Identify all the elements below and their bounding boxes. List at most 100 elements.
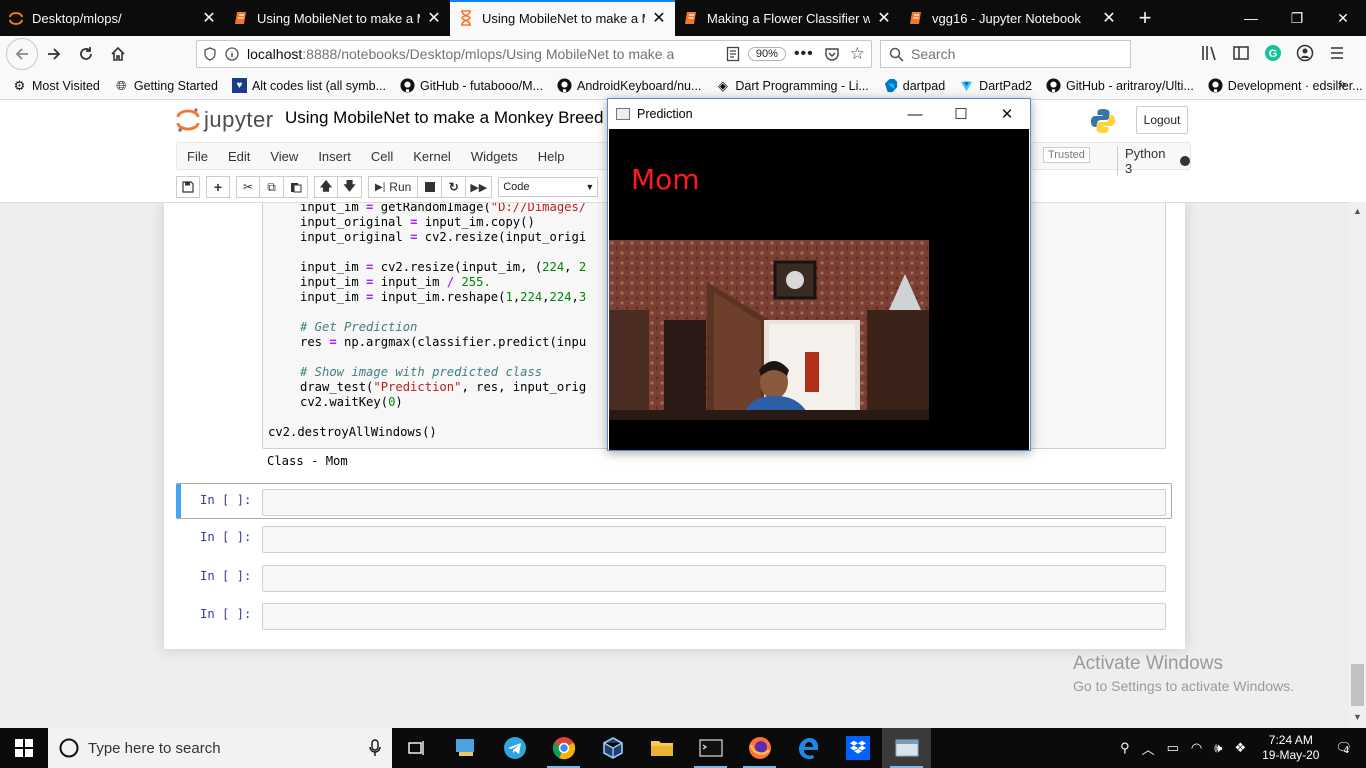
people-icon[interactable]: ⚲ [1114,740,1136,756]
tab-desktop-mlops[interactable]: Desktop/mlops/ ✕ [0,0,225,36]
taskbar-app-terminal[interactable] [686,728,735,768]
bookmark-most-visited[interactable]: ⚙ Most Visited [12,78,100,93]
scroll-up-icon[interactable]: ▲ [1349,206,1366,216]
restore-button[interactable]: ❐ [1274,0,1320,36]
back-button[interactable] [6,38,38,70]
tab-mobilenet-active[interactable]: Using MobileNet to make a Mo ✕ [450,0,675,36]
bookmark-star-icon[interactable]: ☆ [850,44,865,64]
taskbar-app-computer[interactable] [441,728,490,768]
home-button[interactable] [102,38,134,70]
maximize-button[interactable]: ☐ [938,99,984,129]
code-cell-selected[interactable]: In [ ]: [176,483,1172,519]
taskbar-app-prediction-window[interactable] [882,728,931,768]
start-button[interactable] [0,728,48,768]
cell-input-area[interactable] [262,603,1166,630]
cell-input-area[interactable] [262,565,1166,592]
bookmark-androidkeyboard[interactable]: AndroidKeyboard/nu... [557,78,701,93]
taskbar-app-virtualbox[interactable] [588,728,637,768]
sidebar-icon[interactable] [1232,44,1250,62]
forward-button[interactable] [38,38,70,70]
close-icon[interactable]: ✕ [426,8,442,28]
taskbar-search-box[interactable]: Type here to search [48,728,392,768]
move-down-button[interactable]: 🡇 [338,176,362,198]
close-button[interactable]: ✕ [984,99,1030,129]
jupyter-logo[interactable]: jupyter [176,107,274,133]
menu-kernel[interactable]: Kernel [403,149,461,164]
search-bar[interactable]: Search [880,40,1131,68]
zoom-level[interactable]: 90% [747,47,786,61]
chevron-right-icon[interactable]: » [1338,76,1346,93]
menu-edit[interactable]: Edit [218,149,260,164]
trusted-badge[interactable]: Trusted [1043,147,1090,163]
cut-button[interactable]: ✂ [236,176,260,198]
bookmark-github-futabooo[interactable]: GitHub - futabooo/M... [400,78,543,93]
menu-view[interactable]: View [260,149,308,164]
bookmark-alt-codes[interactable]: ♥ Alt codes list (all symb... [231,78,386,93]
new-tab-button[interactable]: + [1125,0,1165,36]
copy-button[interactable]: ⧉ [260,176,284,198]
bookmark-github-aritraroy[interactable]: GitHub - aritraroy/Ulti... [1046,78,1194,93]
account-icon[interactable] [1296,44,1314,62]
menu-file[interactable]: File [177,149,218,164]
logout-button[interactable]: Logout [1136,106,1188,134]
close-icon[interactable]: ✕ [1101,8,1117,28]
reload-button[interactable] [70,38,102,70]
code-cell[interactable]: In [ ]: [176,521,1172,557]
task-view-button[interactable] [392,728,441,768]
menu-cell[interactable]: Cell [361,149,403,164]
more-actions-icon[interactable]: ••• [794,45,814,63]
restart-button[interactable]: ↻ [442,176,467,198]
cell-type-select[interactable]: Code ▼ [498,177,599,197]
code-cell[interactable]: In [ ]: [176,560,1172,596]
tab-vgg16[interactable]: vgg16 - Jupyter Notebook ✕ [900,0,1125,36]
taskbar-app-telegram[interactable] [490,728,539,768]
microphone-icon[interactable] [368,739,382,757]
bookmark-dartpad2[interactable]: DartPad2 [959,78,1032,93]
reader-view-icon[interactable] [726,46,740,62]
menu-insert[interactable]: Insert [308,149,361,164]
cell-input-area[interactable] [262,489,1166,516]
insert-cell-button[interactable]: + [206,176,230,198]
battery-icon[interactable]: ▭ [1161,740,1185,756]
close-window-button[interactable]: ✕ [1320,0,1366,36]
close-icon[interactable]: ✕ [876,8,892,28]
prediction-window-titlebar[interactable]: Prediction ― ☐ ✕ [608,99,1030,129]
pocket-icon[interactable] [824,46,840,62]
notifications-button[interactable]: 🗨︎ 4 [1329,740,1366,756]
bookmark-getting-started[interactable]: 🌐︎ Getting Started [114,78,218,93]
volume-icon[interactable]: 🕪︎ [1208,740,1228,756]
minimize-button[interactable]: ― [1228,0,1274,36]
url-bar[interactable]: localhost:8888/notebooks/Desktop/mlops/U… [196,40,872,68]
close-icon[interactable]: ✕ [651,8,667,28]
save-button[interactable] [176,176,200,198]
menu-help[interactable]: Help [528,149,575,164]
chevron-up-icon[interactable]: ︿ [1136,739,1161,758]
library-icon[interactable] [1200,44,1218,62]
notebook-title[interactable]: Using MobileNet to make a Monkey Breed [285,108,603,128]
tab-flower-classifier[interactable]: Making a Flower Classifier with ✕ [675,0,900,36]
taskbar-app-dropbox[interactable] [833,728,882,768]
run-button[interactable]: ▶︎| Run [368,176,419,198]
tab-mobilenet-1[interactable]: Using MobileNet to make a Mo ✕ [225,0,450,36]
move-up-button[interactable]: 🡅 [314,176,338,198]
taskbar-app-edge[interactable] [784,728,833,768]
wifi-icon[interactable]: ◠ [1185,740,1208,756]
minimize-button[interactable]: ― [892,99,938,129]
paste-button[interactable] [284,176,308,198]
taskbar-app-file-explorer[interactable] [637,728,686,768]
cell-input-area[interactable] [262,526,1166,553]
taskbar-app-chrome[interactable] [539,728,588,768]
info-icon[interactable] [225,47,239,61]
menu-widgets[interactable]: Widgets [461,149,528,164]
hamburger-menu-icon[interactable] [1328,44,1346,62]
bookmark-dartpad[interactable]: dartpad [883,78,945,93]
taskbar-app-firefox[interactable] [735,728,784,768]
prediction-window[interactable]: Prediction ― ☐ ✕ Mom [607,98,1031,451]
bookmark-dart-programming[interactable]: ◈ Dart Programming - Li... [715,78,869,93]
dropbox-tray-icon[interactable]: ❖ [1228,740,1252,756]
code-cell[interactable]: In [ ]: [176,598,1172,634]
restart-run-all-button[interactable]: ▶▶ [466,176,493,198]
scroll-down-icon[interactable]: ▼ [1349,712,1366,722]
interrupt-button[interactable] [418,176,443,198]
grammarly-icon[interactable]: G [1264,44,1282,62]
